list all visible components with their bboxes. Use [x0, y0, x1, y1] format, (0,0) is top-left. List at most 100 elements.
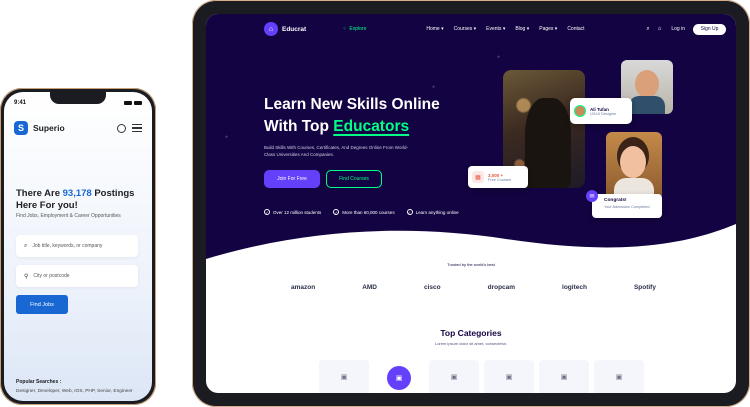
congrats-title: Congrats!: [604, 198, 627, 203]
congrats-subtitle: Your Admission Completed: [604, 205, 650, 209]
briefcase-icon: ▣: [615, 374, 623, 381]
tutor-role: UX/UI Designer: [590, 111, 617, 116]
find-jobs-button[interactable]: Find Jobs: [16, 295, 68, 314]
nav-item-contact[interactable]: Contact: [567, 26, 584, 32]
user-icon[interactable]: [117, 123, 126, 133]
category-cards: ▣ ▣ ▣ ▣ ▣ ▣: [319, 360, 644, 393]
educrat-logo-icon[interactable]: ⌂: [264, 22, 278, 36]
job-search-placeholder: Job title, keywords, or company: [32, 243, 103, 249]
sparkle-icon: ✦: [431, 85, 437, 91]
hero-photo-woman: [606, 132, 662, 200]
hero-title-line1: Learn New Skills Online: [264, 96, 440, 113]
cart-icon[interactable]: ⌂: [658, 26, 662, 32]
category-card[interactable]: ▣: [319, 360, 369, 393]
phone-hero-title: There Are 93,178 Postings Here For you!: [16, 188, 144, 212]
spotify-logo: Spotify: [633, 284, 656, 291]
tablet-screen: ✦ ✦ ✦ ⌂ Educrat ⁘ Explore Home ▾ Courses …: [206, 14, 736, 393]
category-card[interactable]: ▣: [539, 360, 589, 393]
dropcam-logo: dropcam: [487, 284, 516, 291]
explore-menu[interactable]: ⁘ Explore: [342, 26, 366, 32]
feature-item: ✓ Learn anything online: [406, 209, 459, 215]
bag-icon: ✉: [586, 190, 598, 202]
partner-logos: amazon AMD cisco dropcam logitech Spotif…: [291, 284, 656, 291]
phone-brand[interactable]: Superio: [33, 123, 65, 133]
category-card[interactable]: ▣: [484, 360, 534, 393]
calendar-icon: ▦: [472, 171, 484, 183]
superio-logo-icon[interactable]: S: [14, 121, 28, 135]
category-card-active[interactable]: ▣: [374, 360, 424, 393]
popular-searches-list[interactable]: Designer, Developer, Web, IOS, PHP, Seni…: [16, 389, 148, 394]
signal-icon: [124, 101, 132, 105]
courses-label: Free Courses: [488, 177, 512, 182]
briefcase-icon: ▣: [450, 374, 458, 381]
amd-logo: AMD: [362, 284, 377, 291]
join-free-button[interactable]: Join For Free: [264, 170, 320, 188]
categories-title: Top Categories: [440, 328, 502, 338]
feature-label: Over 12 million students: [273, 209, 322, 215]
check-icon: ✓: [264, 209, 270, 215]
cisco-logo: cisco: [423, 284, 441, 291]
nav-item-pages[interactable]: Pages ▾: [539, 26, 557, 32]
amazon-logo: amazon: [291, 284, 316, 291]
nav-actions: ⌕ ⌂ Log in Sign Up: [646, 23, 726, 35]
tutor-card: Ali Tufan UX/UI Designer: [570, 98, 632, 124]
briefcase-icon: ▣: [505, 374, 513, 381]
nav-item-home[interactable]: Home ▾: [426, 26, 443, 32]
check-icon: ✓: [333, 209, 340, 215]
phone-header: S Superio: [14, 120, 142, 136]
phone-screen: 9:41 S Superio There Are 93,178 Postings…: [4, 92, 152, 401]
phone-device: 9:41 S Superio There Are 93,178 Postings…: [0, 88, 156, 405]
phone-hero-subtitle: Find Jobs, Employment & Career Opportuni…: [16, 213, 121, 219]
feature-item: ✓ More than 60,000 courses: [333, 209, 395, 215]
map-pin-icon: ⚲: [24, 273, 29, 280]
showcase-stage: 9:41 S Superio There Are 93,178 Postings…: [0, 0, 750, 407]
status-icons: [124, 101, 142, 105]
hero-features: ✓ Over 12 million students ✓ More than 60,…: [264, 209, 459, 215]
nav-item-courses[interactable]: Courses ▾: [454, 26, 477, 32]
nav-menu: Home ▾ Courses ▾ Events ▾ Blog ▾ Pages ▾…: [426, 26, 584, 32]
explore-label: Explore: [349, 26, 367, 32]
hero-title-accent: Educators: [333, 118, 410, 135]
postings-count: 93,178: [62, 188, 92, 199]
sparkle-icon: ✦: [496, 55, 502, 61]
location-input[interactable]: ⚲ City or postcode: [16, 265, 138, 287]
find-courses-button[interactable]: Find Courses: [326, 170, 382, 188]
briefcase-icon: ▣: [560, 374, 568, 381]
trusted-label: Trusted by the world's best: [447, 262, 495, 267]
free-courses-card: ▦ 3,000 + Free Courses: [468, 166, 528, 188]
signup-button[interactable]: Sign Up: [693, 23, 726, 35]
hero-subtitle: Build Skills With Courses, Certificates,…: [264, 145, 408, 157]
feature-item: ✓ Over 12 million students: [264, 209, 321, 215]
briefcase-icon: ▣: [387, 366, 411, 390]
hero-wave-divider: [206, 224, 736, 279]
location-placeholder: City or postcode: [33, 273, 70, 279]
phone-status-bar: 9:41: [14, 98, 142, 108]
category-card[interactable]: ▣: [594, 360, 644, 393]
sparkle-icon: ✦: [224, 135, 230, 141]
login-link[interactable]: Log in: [671, 26, 685, 32]
battery-icon: [134, 101, 142, 105]
nav-brand[interactable]: Educrat: [282, 26, 306, 33]
grid-icon: ⁘: [342, 26, 347, 32]
avatar: [574, 105, 586, 117]
nav-item-events[interactable]: Events ▾: [486, 26, 505, 32]
tablet-device: ✦ ✦ ✦ ⌂ Educrat ⁘ Explore Home ▾ Courses …: [192, 0, 750, 407]
feature-label: More than 60,000 courses: [342, 209, 395, 215]
hero-title-line2: With Top: [264, 118, 334, 135]
feature-label: Learn anything online: [415, 209, 459, 215]
check-icon: ✓: [406, 209, 413, 215]
nav-item-blog[interactable]: Blog ▾: [515, 26, 529, 32]
briefcase-icon: ▣: [340, 374, 348, 381]
title-prefix: There Are: [16, 188, 63, 199]
hamburger-menu-icon[interactable]: [132, 124, 142, 132]
popular-searches-label: Popular Searches :: [16, 379, 62, 385]
logitech-logo: logitech: [562, 284, 587, 291]
search-icon[interactable]: ⌕: [646, 26, 649, 33]
hero-title: Learn New Skills Online With Top Educato…: [264, 94, 484, 138]
category-card[interactable]: ▣: [429, 360, 479, 393]
top-navbar: ⌂ Educrat ⁘ Explore Home ▾ Courses ▾ Even…: [264, 22, 726, 36]
congrats-card: ✉ Congrats! Your Admission Completed: [586, 190, 662, 218]
job-search-input[interactable]: ⌕ Job title, keywords, or company: [16, 235, 138, 257]
categories-subtitle: Lorem ipsum dolor sit amet, consectetur.: [434, 341, 508, 346]
search-icon: ⌕: [24, 242, 28, 249]
